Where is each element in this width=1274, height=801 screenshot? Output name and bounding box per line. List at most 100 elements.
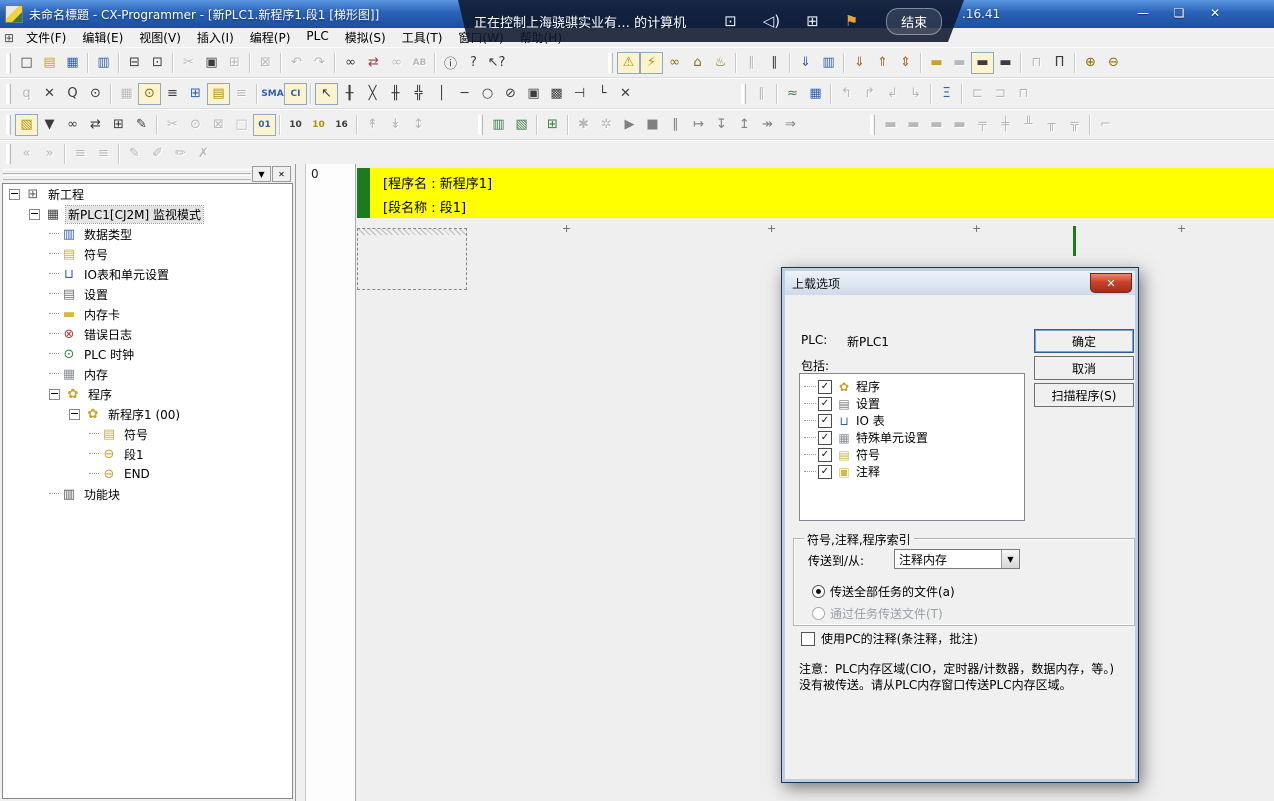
local-symbol-table-button[interactable]: ≡	[230, 83, 253, 105]
menu-file[interactable]: 文件(F)	[18, 28, 74, 47]
menu-view[interactable]: 视图(V)	[131, 28, 189, 47]
find-button[interactable]: ∞	[339, 52, 362, 74]
force-off-button[interactable]: ↱	[858, 83, 881, 105]
tree-item[interactable]: ▤设置	[3, 284, 292, 304]
work-online-simulator-button[interactable]: ⚡	[640, 52, 663, 74]
project-workspace-header[interactable]: ▼ ✕	[0, 164, 295, 183]
tree-item[interactable]: ▥功能块	[3, 484, 292, 504]
menu-insert[interactable]: 插入(I)	[189, 28, 242, 47]
toggle-watch-window-button[interactable]: ∞	[61, 114, 84, 136]
watch-symbols-button[interactable]: Ξ	[935, 83, 958, 105]
horizontal-line-button[interactable]: ─	[453, 83, 476, 105]
online-edit-cancel-button[interactable]: ⊞	[541, 114, 564, 136]
align-bottom-button[interactable]: ╨	[1017, 114, 1040, 136]
menu-edit[interactable]: 编辑(E)	[74, 28, 131, 47]
paste-special-button[interactable]: ⊠	[254, 52, 277, 74]
pause-monitoring-button[interactable]: ∥	[740, 52, 763, 74]
transfer-all-tasks-radio[interactable]	[812, 585, 825, 598]
align-middle-button[interactable]: ╪	[994, 114, 1017, 136]
time-chart-button[interactable]: ▦	[804, 83, 827, 105]
auto-online-button[interactable]: ⌂	[686, 52, 709, 74]
fb-node-3-button[interactable]: ▬	[925, 114, 948, 136]
transfer-to-plc-button[interactable]: ⇓	[848, 52, 871, 74]
mark-clear-button[interactable]: ✗	[192, 143, 215, 165]
pause-hand-button[interactable]: ✱	[572, 114, 595, 136]
expander-minus-icon[interactable]	[29, 209, 40, 220]
go-next-ref-button[interactable]: ↡	[384, 114, 407, 136]
include-item[interactable]: ✓⊔IO 表	[800, 412, 1024, 429]
zoom-fit-button[interactable]: ⊙	[84, 83, 107, 105]
add-window-icon[interactable]: ⊞	[806, 12, 819, 30]
pin-icon[interactable]: ⚑	[845, 12, 858, 30]
distribute-v-button[interactable]: ╦	[1063, 114, 1086, 136]
monitor-word-button[interactable]: ⊓	[1012, 83, 1035, 105]
instruction-button[interactable]: ▣	[522, 83, 545, 105]
close-button[interactable]: ✕	[1202, 4, 1228, 22]
sim-step-run-button[interactable]: ↦	[687, 114, 710, 136]
fb-node-2-button[interactable]: ▬	[902, 114, 925, 136]
transfer-memory-select[interactable]: 注释内存 ▼	[894, 549, 1020, 569]
end-session-button[interactable]: 结束	[886, 8, 942, 35]
open-file-button[interactable]: ▤	[38, 52, 61, 74]
include-checkbox[interactable]: ✓	[818, 431, 832, 445]
tree-item[interactable]: ⊖END	[3, 464, 292, 484]
save-button[interactable]: ▦	[61, 52, 84, 74]
transfer-from-plc-button[interactable]: ⇑	[871, 52, 894, 74]
route-return-button[interactable]: ⌐	[1094, 114, 1117, 136]
decimal-view-button[interactable]: 10	[284, 114, 307, 136]
monitor-hex-button[interactable]: ⊏	[966, 83, 989, 105]
include-item[interactable]: ✓✿程序	[800, 378, 1024, 395]
dialog-close-button[interactable]: ✕	[1090, 273, 1132, 293]
include-item[interactable]: ✓▤符号	[800, 446, 1024, 463]
change-all-button[interactable]: AB	[408, 52, 431, 74]
use-pc-comments-checkbox[interactable]	[801, 632, 815, 646]
line-delete-button[interactable]: ✕	[614, 83, 637, 105]
scan-program-button[interactable]: 扫描程序(S)	[1034, 383, 1134, 407]
tree-item[interactable]: ▦内存	[3, 364, 292, 384]
undo-button[interactable]: ↶	[285, 52, 308, 74]
panel-splitter[interactable]	[296, 164, 306, 801]
hex-view-button[interactable]: 16	[330, 114, 353, 136]
dialog-title-bar[interactable]: 上载选项 ✕	[785, 271, 1135, 295]
coil-nc-button[interactable]: ⊘	[499, 83, 522, 105]
restore-button[interactable]: ❏	[1166, 4, 1192, 22]
cancel-button[interactable]: 取消	[1034, 356, 1134, 380]
distribute-h-button[interactable]: ╥	[1040, 114, 1063, 136]
instruction-nc-button[interactable]: ▩	[545, 83, 568, 105]
zoom-out-small-button[interactable]: q	[15, 83, 38, 105]
select-mode-button[interactable]: ↖	[315, 83, 338, 105]
sim-step-out-button[interactable]: ↥	[733, 114, 756, 136]
fb-node-4-button[interactable]: ▬	[948, 114, 971, 136]
fb-node-1-button[interactable]: ▬	[879, 114, 902, 136]
workspace-menu-button[interactable]: ▼	[252, 166, 271, 182]
ladder-cursor-cell[interactable]	[357, 228, 467, 290]
tree-item[interactable]: ▬内存卡	[3, 304, 292, 324]
redo-button[interactable]: ↷	[308, 52, 331, 74]
vertical-line-button[interactable]: │	[430, 83, 453, 105]
expander-minus-icon[interactable]	[69, 409, 80, 420]
cut-button[interactable]: ✂	[177, 52, 200, 74]
transfer-by-task-radio[interactable]	[812, 607, 825, 620]
data-trace-button[interactable]: ≈	[781, 83, 804, 105]
properties-button[interactable]: ✎	[130, 114, 153, 136]
time-chart-monitor-button[interactable]: Π	[1048, 52, 1071, 74]
tree-item[interactable]: ⊞新工程	[3, 184, 292, 204]
include-item[interactable]: ✓▣注释	[800, 463, 1024, 480]
symbol-comment-button[interactable]: ⊙	[184, 114, 207, 136]
coil-button[interactable]: ○	[476, 83, 499, 105]
sim-continuous-button[interactable]: ↠	[756, 114, 779, 136]
pause-monitor-button[interactable]: ∥	[750, 83, 773, 105]
smart-input-button[interactable]: SMA	[261, 83, 284, 105]
workspace-close-button[interactable]: ✕	[272, 166, 291, 182]
pause-button[interactable]: ∥	[763, 52, 786, 74]
zoom-out-button[interactable]: ✕	[38, 83, 61, 105]
zoom-in-button[interactable]: Q	[61, 83, 84, 105]
tree-item[interactable]: ✿程序	[3, 384, 292, 404]
sim-stop-button[interactable]: ■	[641, 114, 664, 136]
tree-item[interactable]: ▦新PLC1[CJ2M] 监视模式	[3, 204, 292, 224]
toggle-grid-button[interactable]: ▦	[115, 83, 138, 105]
contact-nc-button[interactable]: ╳	[361, 83, 384, 105]
speaker-icon[interactable]: ◁)	[763, 12, 780, 30]
tree-item[interactable]: ▥数据类型	[3, 224, 292, 244]
invert-instruction-button[interactable]: ⊣	[568, 83, 591, 105]
